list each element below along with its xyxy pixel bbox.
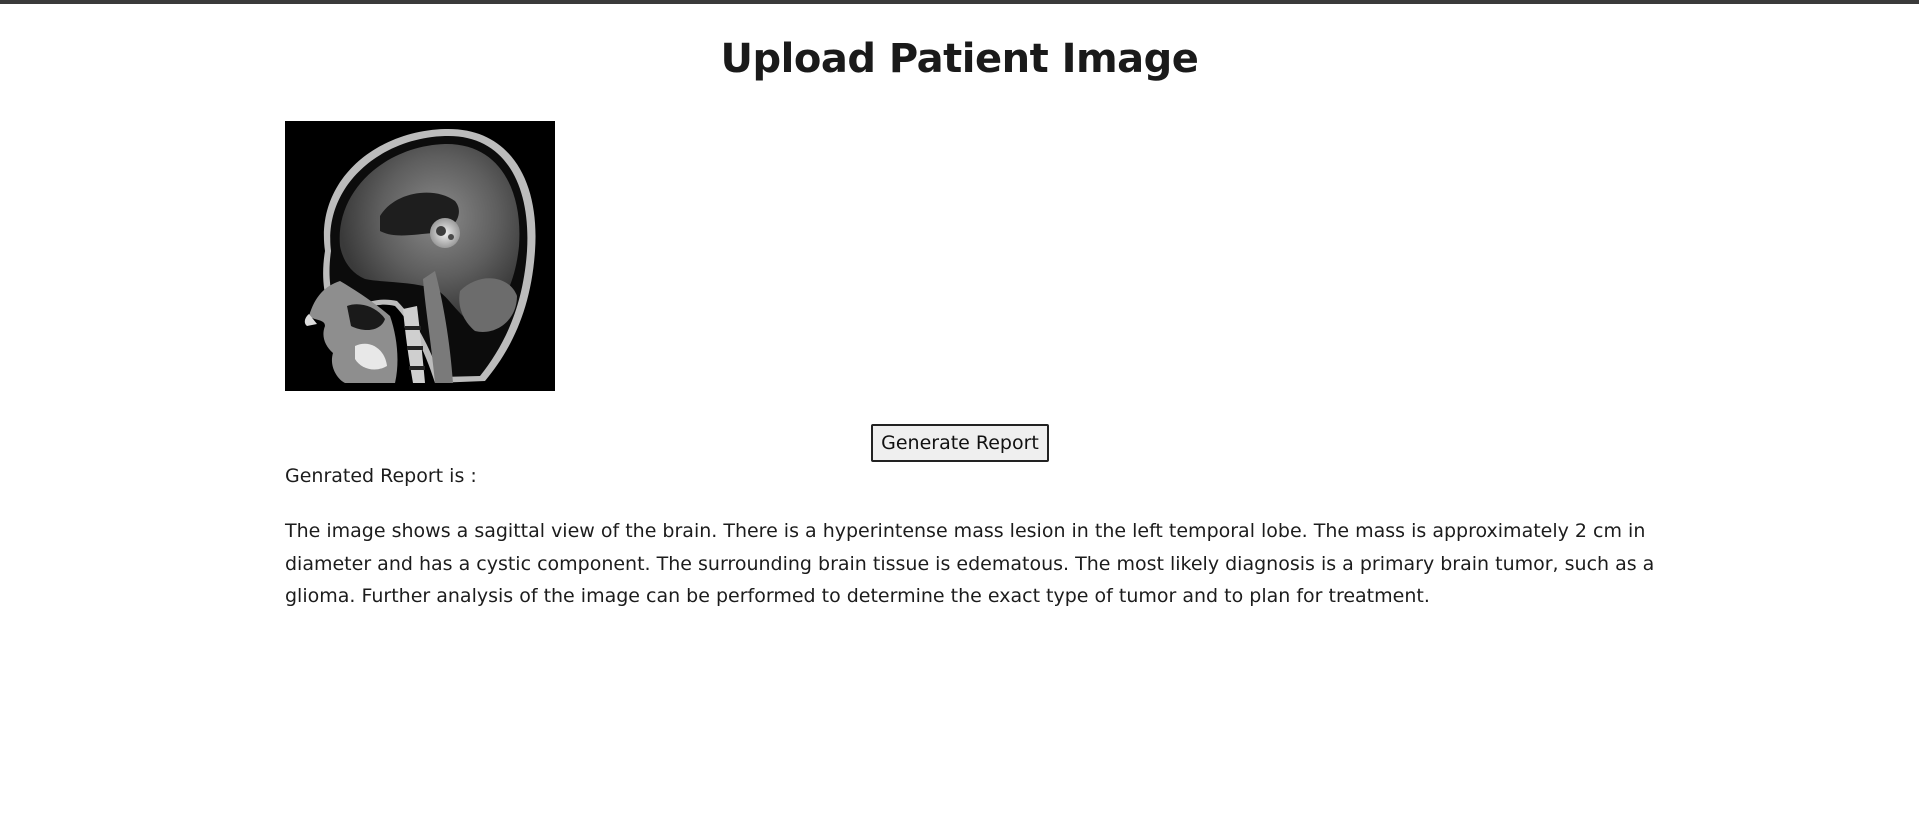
brain-mri-sagittal-image <box>285 121 555 391</box>
patient-image <box>285 121 555 391</box>
report-text: The image shows a sagittal view of the b… <box>285 520 1655 607</box>
report-label: Genrated Report is : <box>285 465 477 487</box>
generate-report-button[interactable]: Generate Report <box>871 424 1049 462</box>
top-border <box>0 0 1919 4</box>
page-title: Upload Patient Image <box>720 36 1199 82</box>
